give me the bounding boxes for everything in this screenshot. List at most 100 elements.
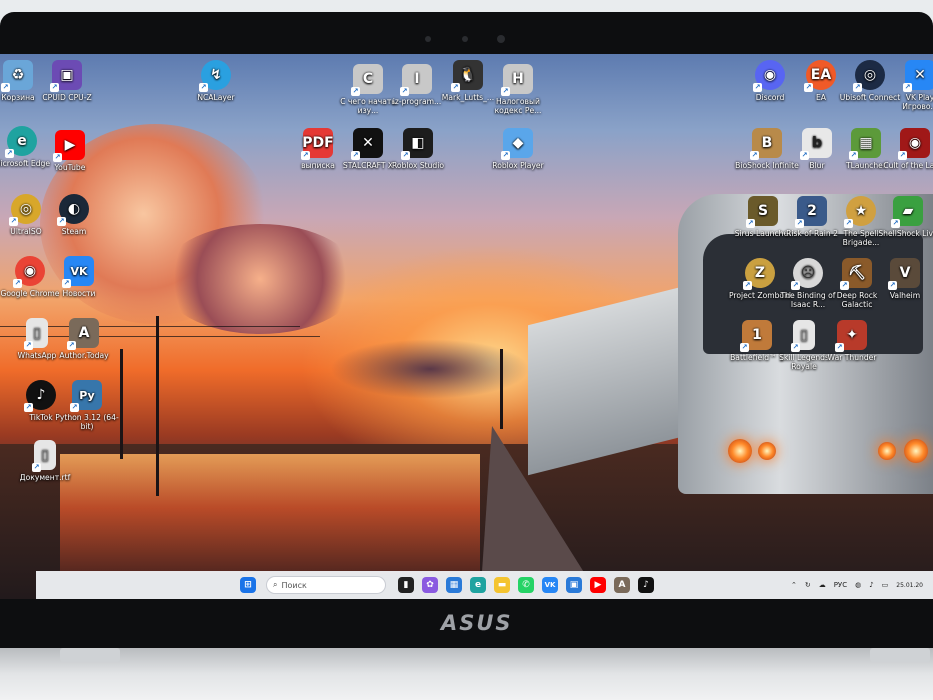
hinge — [60, 648, 120, 662]
shortcut-arrow-icon: ↗ — [67, 341, 76, 350]
shortcut-arrow-icon: ↗ — [753, 83, 762, 92]
shortcut-arrow-icon: ↗ — [5, 149, 14, 158]
cloud — [160, 224, 360, 334]
desktop-icon-doc-h[interactable]: H ↗ Налоговый кодекс Ре... — [486, 64, 550, 115]
tiktok-icon: ♪ ↗ — [24, 380, 56, 412]
headlight — [728, 439, 752, 463]
penguin-icon: 🐧 ↗ — [451, 60, 483, 92]
edge-icon: e ↗ — [5, 126, 37, 158]
shortcut-arrow-icon: ↗ — [301, 151, 310, 160]
roblox-studio-icon: ◧ ↗ — [401, 128, 433, 160]
taskbar-edge[interactable]: e — [470, 577, 486, 593]
shortcut-arrow-icon: ↗ — [50, 83, 59, 92]
shortcut-arrow-icon: ↗ — [9, 217, 18, 226]
desktop-icon-steam[interactable]: ◐ ↗ Steam — [42, 194, 106, 236]
shortcut-arrow-icon: ↗ — [750, 151, 759, 160]
volume-icon[interactable]: ♪ — [869, 581, 873, 589]
youtube-icon: ▶ ↗ — [53, 130, 85, 162]
taskbar-store[interactable]: ▣ — [566, 577, 582, 593]
desktop-screen: ♻ ↗ Корзина ▣ ↗ CPUID CPU-Z ↯ ↗ NCALayer C ↗ С ч… — [0, 54, 933, 599]
desktop-icon-war-thunder[interactable]: ✦ ↗ War Thunder — [820, 320, 884, 362]
desktop-icon-shellshock[interactable]: ▰ ↗ ShellShock Live — [876, 196, 933, 238]
language-indicator[interactable]: РУС — [834, 581, 847, 589]
roblox-icon: ◆ ↗ — [501, 128, 533, 160]
spell-brigade-icon: ★ ↗ — [844, 196, 876, 228]
shortcut-arrow-icon: ↗ — [903, 83, 912, 92]
ror2-icon: 2 ↗ — [795, 196, 827, 228]
icon-label: Blur — [809, 161, 825, 170]
isaac-icon: ☹ ↗ — [791, 258, 823, 290]
icon-label: Новости — [62, 289, 96, 298]
desktop-icon-python[interactable]: Py ↗ Python 3.12 (64-bit) — [55, 380, 119, 431]
chrome-icon: ◉ ↗ — [13, 256, 45, 288]
desktop-icon-roblox-studio[interactable]: ◧ ↗ Roblox Studio — [386, 128, 450, 170]
stalcraft-icon: ✕ ↗ — [351, 128, 383, 160]
discord-icon: ◉ ↗ — [753, 60, 785, 92]
start-button[interactable]: ⊞ — [240, 577, 256, 593]
desktop-icon-roblox-player[interactable]: ◆ ↗ Roblox Player — [486, 128, 550, 170]
shortcut-arrow-icon: ↗ — [501, 87, 510, 96]
icon-label: TLauncher — [846, 161, 886, 170]
desktop-icon-author-today[interactable]: A ↗ Author.Today — [52, 318, 116, 360]
ubisoft-icon: ◎ ↗ — [853, 60, 885, 92]
taskbar-whatsapp[interactable]: ✆ — [518, 577, 534, 593]
icon-label: Документ.rtf — [19, 473, 71, 482]
desktop-icon-youtube[interactable]: ▶ ↗ YouTube — [38, 130, 102, 172]
icon-label: Roblox Player — [492, 161, 544, 170]
water-reflection — [60, 454, 480, 574]
search-box[interactable]: ⌕ Поиск — [266, 576, 386, 594]
taskbar-youtube[interactable]: ▶ — [590, 577, 606, 593]
shortcut-arrow-icon: ↗ — [351, 87, 360, 96]
headlight — [878, 442, 896, 460]
refresh-icon[interactable]: ↻ — [805, 581, 811, 589]
ea-icon: EA ↗ — [804, 60, 836, 92]
taskbar-vk[interactable]: VK — [542, 577, 558, 593]
shortcut-arrow-icon: ↗ — [804, 83, 813, 92]
sensor-dot — [462, 36, 468, 42]
taskbar-author-today[interactable]: A — [614, 577, 630, 593]
taskbar-tiktok[interactable]: ♪ — [638, 577, 654, 593]
icon-label: выписка — [301, 161, 335, 170]
chevron-up-icon[interactable]: ⌃ — [791, 581, 797, 589]
task-view-button[interactable]: ▮ — [398, 577, 414, 593]
blur-icon: b ↗ — [800, 128, 832, 160]
shortcut-arrow-icon: ↗ — [199, 83, 208, 92]
shortcut-arrow-icon: ↗ — [835, 343, 844, 352]
widgets-button[interactable]: ▦ — [446, 577, 462, 593]
shortcut-arrow-icon: ↗ — [888, 281, 897, 290]
taskbar-explorer[interactable]: ▬ — [494, 577, 510, 593]
shortcut-arrow-icon: ↗ — [70, 403, 79, 412]
desktop-icon-vkplay[interactable]: ✕↗VK Play Игрово... — [888, 60, 933, 111]
shortcut-arrow-icon: ↗ — [62, 279, 71, 288]
shortcut-arrow-icon: ↗ — [1, 83, 10, 92]
clock-date[interactable]: 25.01.20 — [896, 582, 923, 589]
desktop-icon-ncalayer[interactable]: ↯ ↗ NCALayer — [184, 60, 248, 102]
icon-label: The Spell Brigade... — [842, 229, 880, 247]
shortcut-arrow-icon: ↗ — [13, 279, 22, 288]
desktop-icon-document-rtf[interactable]: ▯ ↗ Документ.rtf — [13, 440, 77, 482]
icon-label: ShellShock Live — [878, 229, 933, 238]
desktop-icon-vk[interactable]: VK ↗ Новости — [47, 256, 111, 298]
copilot-button[interactable]: ✿ — [422, 577, 438, 593]
network-icon[interactable]: ◍ — [855, 581, 861, 589]
shortcut-arrow-icon: ↗ — [501, 151, 510, 160]
steam-icon: ◐ ↗ — [57, 194, 89, 226]
icon-label: Author.Today — [59, 351, 109, 360]
document-icon: I ↗ — [400, 64, 432, 96]
valheim-icon: V ↗ — [888, 258, 920, 290]
shortcut-arrow-icon: ↗ — [840, 281, 849, 290]
document-icon: C ↗ — [351, 64, 383, 96]
desktop-icon-cult-lamb[interactable]: ◉↗Cult of the Lamb — [883, 128, 933, 170]
icon-label: Корзина — [1, 93, 35, 102]
search-icon: ⌕ — [273, 580, 278, 589]
train-side — [528, 282, 698, 476]
cloud-icon[interactable]: ☁ — [819, 581, 826, 589]
desktop-icon-cpuid[interactable]: ▣ ↗ CPUID CPU-Z — [35, 60, 99, 102]
desktop-icon-valheim[interactable]: V ↗ Valheim — [873, 258, 933, 300]
icon-label: VK Play Игрово... — [902, 93, 933, 111]
battery-icon[interactable]: ▭ — [882, 581, 889, 589]
power-pole — [500, 349, 503, 429]
grass-block-icon: ▦ ↗ — [849, 128, 881, 160]
war-thunder-icon: ✦ ↗ — [835, 320, 867, 352]
shortcut-arrow-icon: ↗ — [849, 151, 858, 160]
